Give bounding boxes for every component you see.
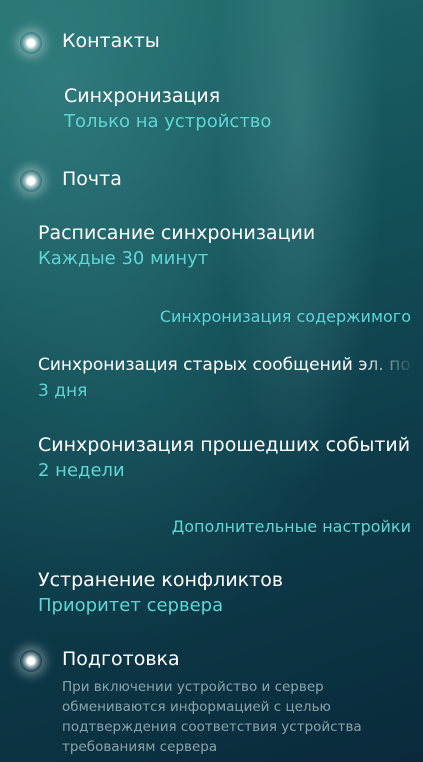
- old-messages-sync-combobox[interactable]: Синхронизация старых сообщений эл. почты…: [38, 353, 415, 403]
- mail-switch-label: Почта: [62, 168, 122, 190]
- past-events-sync-combobox[interactable]: Синхронизация прошедших событий 2 недели: [38, 433, 415, 483]
- contacts-sync-value: Только на устройство: [64, 111, 272, 132]
- provisioning-switch[interactable]: Подготовка: [0, 648, 423, 674]
- provisioning-description: При включении устройство и сервер обмени…: [62, 679, 362, 755]
- past-events-sync-title: Синхронизация прошедших событий: [38, 434, 411, 456]
- contacts-switch[interactable]: Контакты: [0, 30, 423, 56]
- contacts-switch-label: Контакты: [62, 30, 160, 52]
- sync-schedule-value: Каждые 30 минут: [38, 248, 209, 269]
- mail-switch-indicator-icon: [20, 170, 42, 192]
- provisioning-switch-label: Подготовка: [62, 648, 180, 670]
- content-sync-section-header: Синхронизация содержимого: [159, 307, 411, 326]
- conflict-resolution-title: Устранение конфликтов: [38, 569, 284, 591]
- contacts-sync-combobox[interactable]: Синхронизация Только на устройство: [64, 84, 415, 134]
- past-events-sync-value: 2 недели: [38, 460, 125, 481]
- sync-schedule-title: Расписание синхронизации: [38, 222, 316, 244]
- contacts-switch-indicator-icon: [20, 32, 42, 54]
- provisioning-switch-indicator-icon: [20, 650, 42, 672]
- conflict-resolution-value: Приоритет сервера: [38, 595, 224, 616]
- advanced-section-header: Дополнительные настройки: [171, 517, 411, 536]
- old-messages-sync-value: 3 дня: [38, 381, 88, 401]
- settings-screen: Контакты Синхронизация Только на устройс…: [0, 0, 423, 762]
- old-messages-sync-title: Синхронизация старых сообщений эл. почты: [38, 355, 415, 375]
- mail-switch[interactable]: Почта: [0, 168, 423, 194]
- conflict-resolution-combobox[interactable]: Устранение конфликтов Приоритет сервера: [38, 568, 415, 618]
- sync-schedule-combobox[interactable]: Расписание синхронизации Каждые 30 минут: [38, 221, 415, 271]
- contacts-sync-title: Синхронизация: [64, 85, 221, 107]
